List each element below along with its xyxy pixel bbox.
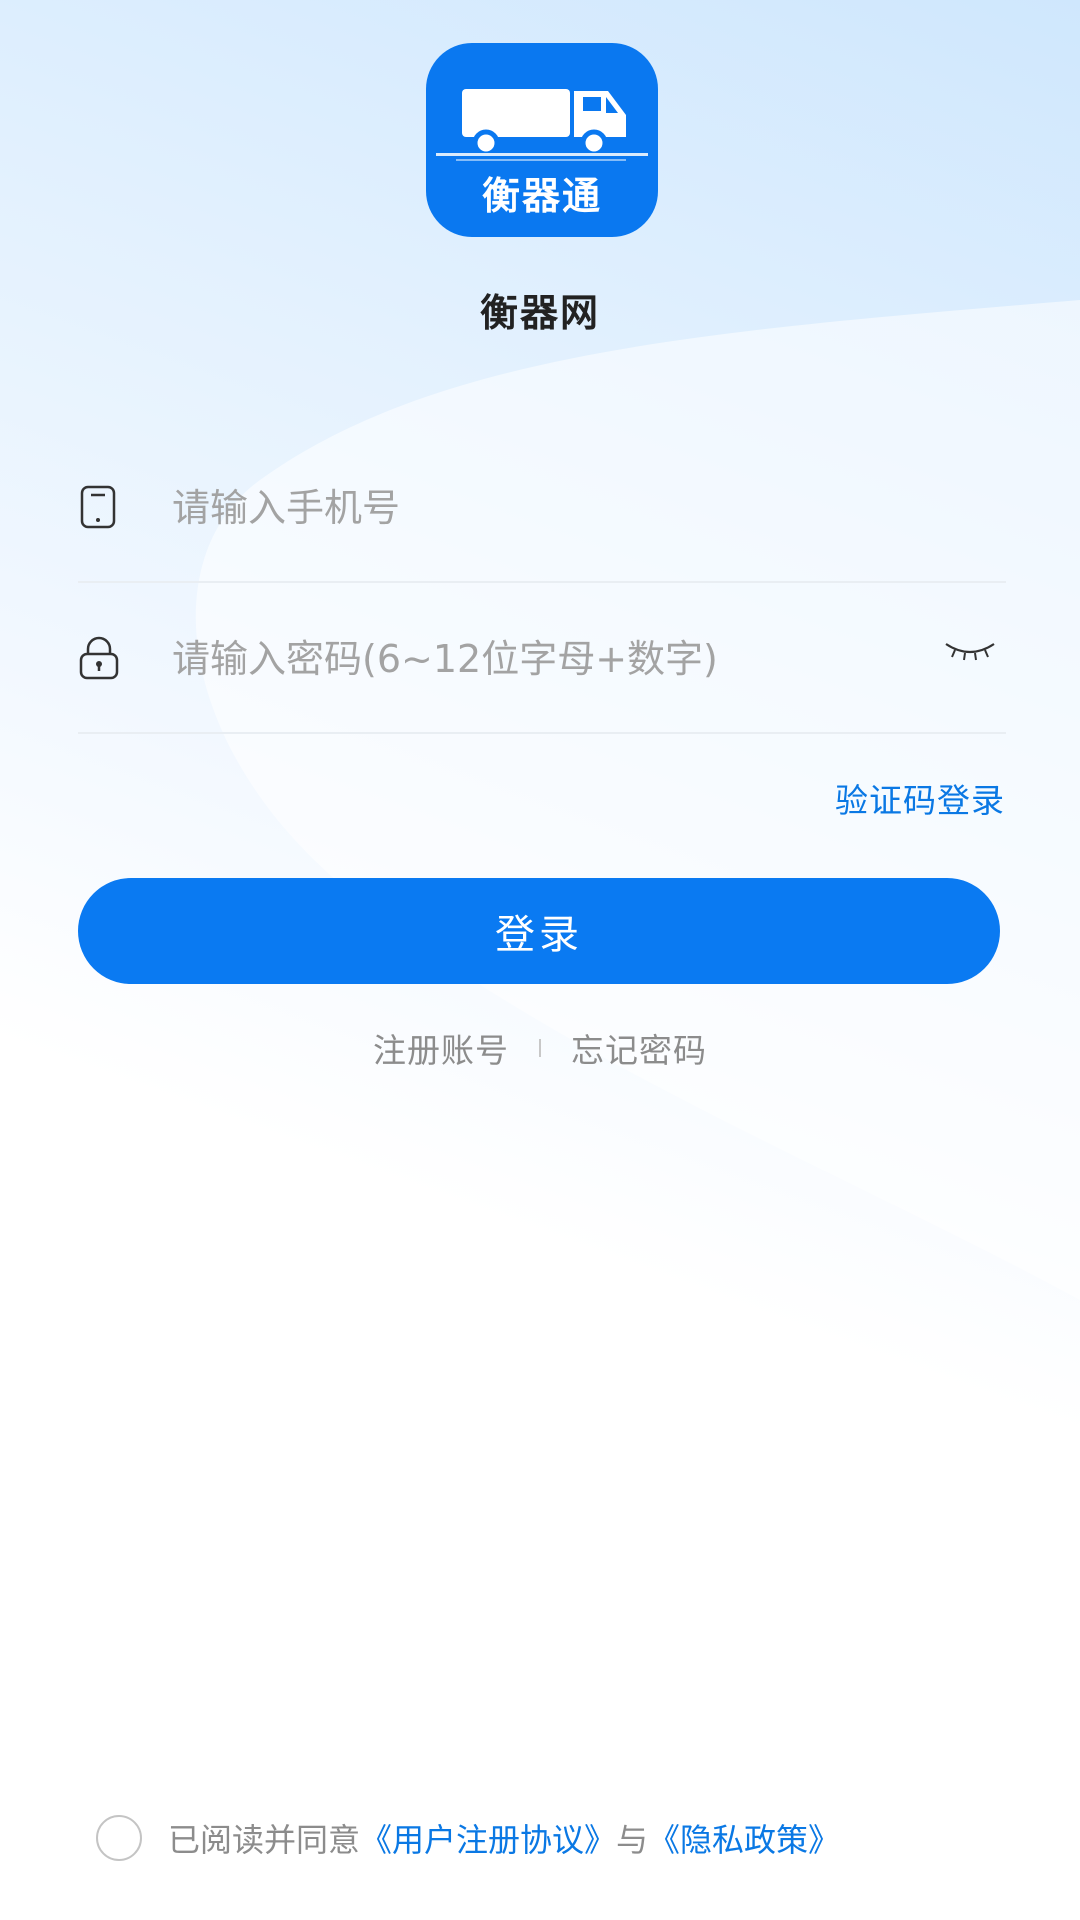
privacy-policy-link[interactable]: 《隐私政策》 bbox=[648, 1815, 840, 1861]
link-separator bbox=[539, 1039, 541, 1057]
phone-icon bbox=[78, 485, 118, 533]
account-links: 注册账号 忘记密码 bbox=[0, 1024, 1080, 1072]
password-divider bbox=[78, 732, 1006, 734]
phone-field bbox=[78, 433, 1006, 583]
logo-text: 衡器通 bbox=[481, 174, 602, 218]
lock-icon bbox=[78, 636, 120, 684]
login-button[interactable]: 登录 bbox=[78, 878, 1000, 984]
user-agreement-link[interactable]: 《用户注册协议》 bbox=[360, 1815, 616, 1861]
password-field bbox=[78, 584, 1006, 734]
agreement-conjunction: 与 bbox=[616, 1821, 649, 1859]
agreement-prefix: 已阅读并同意 bbox=[168, 1821, 361, 1859]
eye-closed-icon[interactable] bbox=[944, 638, 996, 672]
app-name: 衡器网 bbox=[479, 291, 600, 335]
app-logo: 衡器通 bbox=[426, 43, 658, 237]
forgot-password-link[interactable]: 忘记密码 bbox=[571, 1024, 707, 1072]
agreement: 已阅读并同意 《用户注册协议》 与 《隐私政策》 bbox=[96, 1815, 840, 1861]
password-input[interactable] bbox=[172, 584, 892, 734]
agreement-checkbox[interactable] bbox=[96, 1815, 142, 1861]
phone-divider bbox=[78, 581, 1006, 583]
sms-login-link[interactable]: 验证码登录 bbox=[835, 774, 1005, 822]
phone-input[interactable] bbox=[172, 433, 892, 583]
register-link[interactable]: 注册账号 bbox=[373, 1024, 509, 1072]
